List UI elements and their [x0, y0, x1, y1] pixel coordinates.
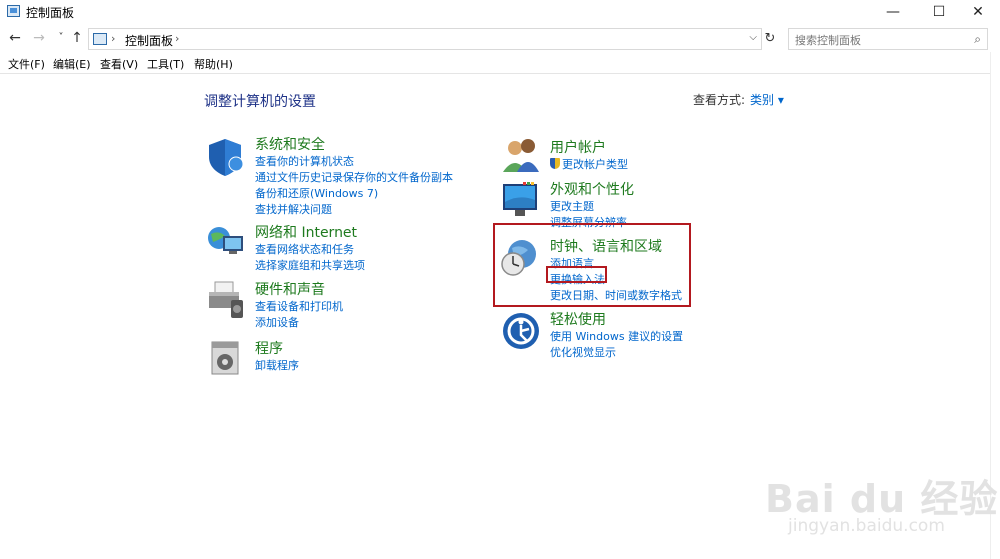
search-input[interactable]: 搜索控制面板 ⌕ [788, 28, 988, 50]
control-panel-app-icon [7, 5, 20, 17]
menu-tools[interactable]: 工具(T) [147, 56, 184, 72]
monitor-icon [503, 182, 537, 216]
link-devices-printers[interactable]: 查看设备和打印机 [255, 299, 343, 315]
category-title-appearance-personalization[interactable]: 外观和个性化 [550, 179, 634, 199]
forward-button[interactable]: → [30, 29, 48, 47]
category-title-programs[interactable]: 程序 [255, 338, 299, 358]
accessibility-icon [503, 313, 539, 349]
back-button[interactable]: ← [6, 29, 24, 47]
menu-edit[interactable]: 编辑(E) [53, 56, 91, 72]
address-row: ← → ˅ ↑ › 控制面板 › ⌵ ↻ 搜索控制面板 ⌕ [0, 26, 1000, 52]
breadcrumb-control-panel[interactable]: 控制面板 [125, 32, 173, 49]
category-hardware-sound: 硬件和声音 查看设备和打印机 添加设备 [255, 279, 343, 331]
link-homegroup-sharing[interactable]: 选择家庭组和共享选项 [255, 258, 365, 274]
link-optimize-visual-display[interactable]: 优化视觉显示 [550, 345, 683, 361]
link-change-account-type[interactable]: 更改帐户类型 [550, 157, 628, 173]
link-backup-restore[interactable]: 备份和还原(Windows 7) [255, 186, 453, 202]
link-check-computer-status[interactable]: 查看你的计算机状态 [255, 154, 453, 170]
shield-icon [209, 139, 244, 176]
link-change-account-type-label[interactable]: 更改帐户类型 [562, 158, 628, 171]
category-title-system-security[interactable]: 系统和安全 [255, 134, 453, 154]
view-by-label: 查看方式: [693, 93, 746, 107]
baidu-jingyan-watermark: Bai du 经验 [765, 477, 999, 521]
page-title: 调整计算机的设置 [204, 94, 316, 110]
search-placeholder: 搜索控制面板 [795, 34, 861, 47]
category-system-security: 系统和安全 查看你的计算机状态 通过文件历史记录保存你的文件备份副本 备份和还原… [255, 134, 453, 218]
category-user-accounts: 用户帐户 更改帐户类型 [550, 137, 628, 173]
highlight-box-clock-category [493, 223, 691, 307]
link-change-theme[interactable]: 更改主题 [550, 199, 634, 215]
category-programs: 程序 卸载程序 [255, 338, 299, 374]
programs-icon [211, 341, 239, 375]
refresh-button[interactable]: ↻ [761, 30, 779, 48]
link-troubleshoot[interactable]: 查找并解决问题 [255, 202, 453, 218]
breadcrumb-separator[interactable]: › [175, 32, 179, 45]
printer-icon [209, 281, 243, 318]
category-title-hardware-sound[interactable]: 硬件和声音 [255, 279, 343, 299]
users-icon [503, 139, 539, 172]
link-file-history[interactable]: 通过文件历史记录保存你的文件备份副本 [255, 170, 453, 186]
menu-view[interactable]: 查看(V) [100, 56, 138, 72]
watermark-url: jingyan.baidu.com [788, 516, 945, 536]
up-button[interactable]: ↑ [68, 29, 86, 47]
category-network-internet: 网络和 Internet 查看网络状态和任务 选择家庭组和共享选项 [255, 222, 365, 274]
link-recommended-settings[interactable]: 使用 Windows 建议的设置 [550, 329, 683, 345]
link-uninstall-program[interactable]: 卸载程序 [255, 358, 299, 374]
link-network-status[interactable]: 查看网络状态和任务 [255, 242, 365, 258]
window-title: 控制面板 [26, 6, 75, 20]
category-title-ease-of-access[interactable]: 轻松使用 [550, 309, 683, 329]
address-dropdown-icon[interactable]: ⌵ [749, 32, 757, 43]
highlight-box-input-method [546, 266, 607, 283]
uac-shield-icon [550, 158, 560, 169]
category-title-network-internet[interactable]: 网络和 Internet [255, 222, 365, 242]
title-bar: 控制面板 — ☐ ✕ [0, 0, 1000, 24]
menu-bar: 文件(F) 编辑(E) 查看(V) 工具(T) 帮助(H) [0, 56, 1000, 74]
minimize-button[interactable]: — [870, 0, 916, 24]
search-icon[interactable]: ⌕ [974, 32, 981, 47]
category-title-user-accounts[interactable]: 用户帐户 [550, 137, 628, 157]
menu-file[interactable]: 文件(F) [8, 56, 45, 72]
control-panel-icon [93, 33, 107, 45]
category-ease-of-access: 轻松使用 使用 Windows 建议的设置 优化视觉显示 [550, 309, 683, 361]
address-bar[interactable]: › 控制面板 › ⌵ [88, 28, 762, 50]
menu-help[interactable]: 帮助(H) [194, 56, 233, 72]
close-button[interactable]: ✕ [955, 0, 1000, 24]
link-add-device[interactable]: 添加设备 [255, 315, 343, 331]
breadcrumb-separator: › [111, 32, 116, 45]
network-globe-icon [208, 227, 243, 254]
view-by-dropdown[interactable]: 类别 ▾ [750, 91, 784, 108]
